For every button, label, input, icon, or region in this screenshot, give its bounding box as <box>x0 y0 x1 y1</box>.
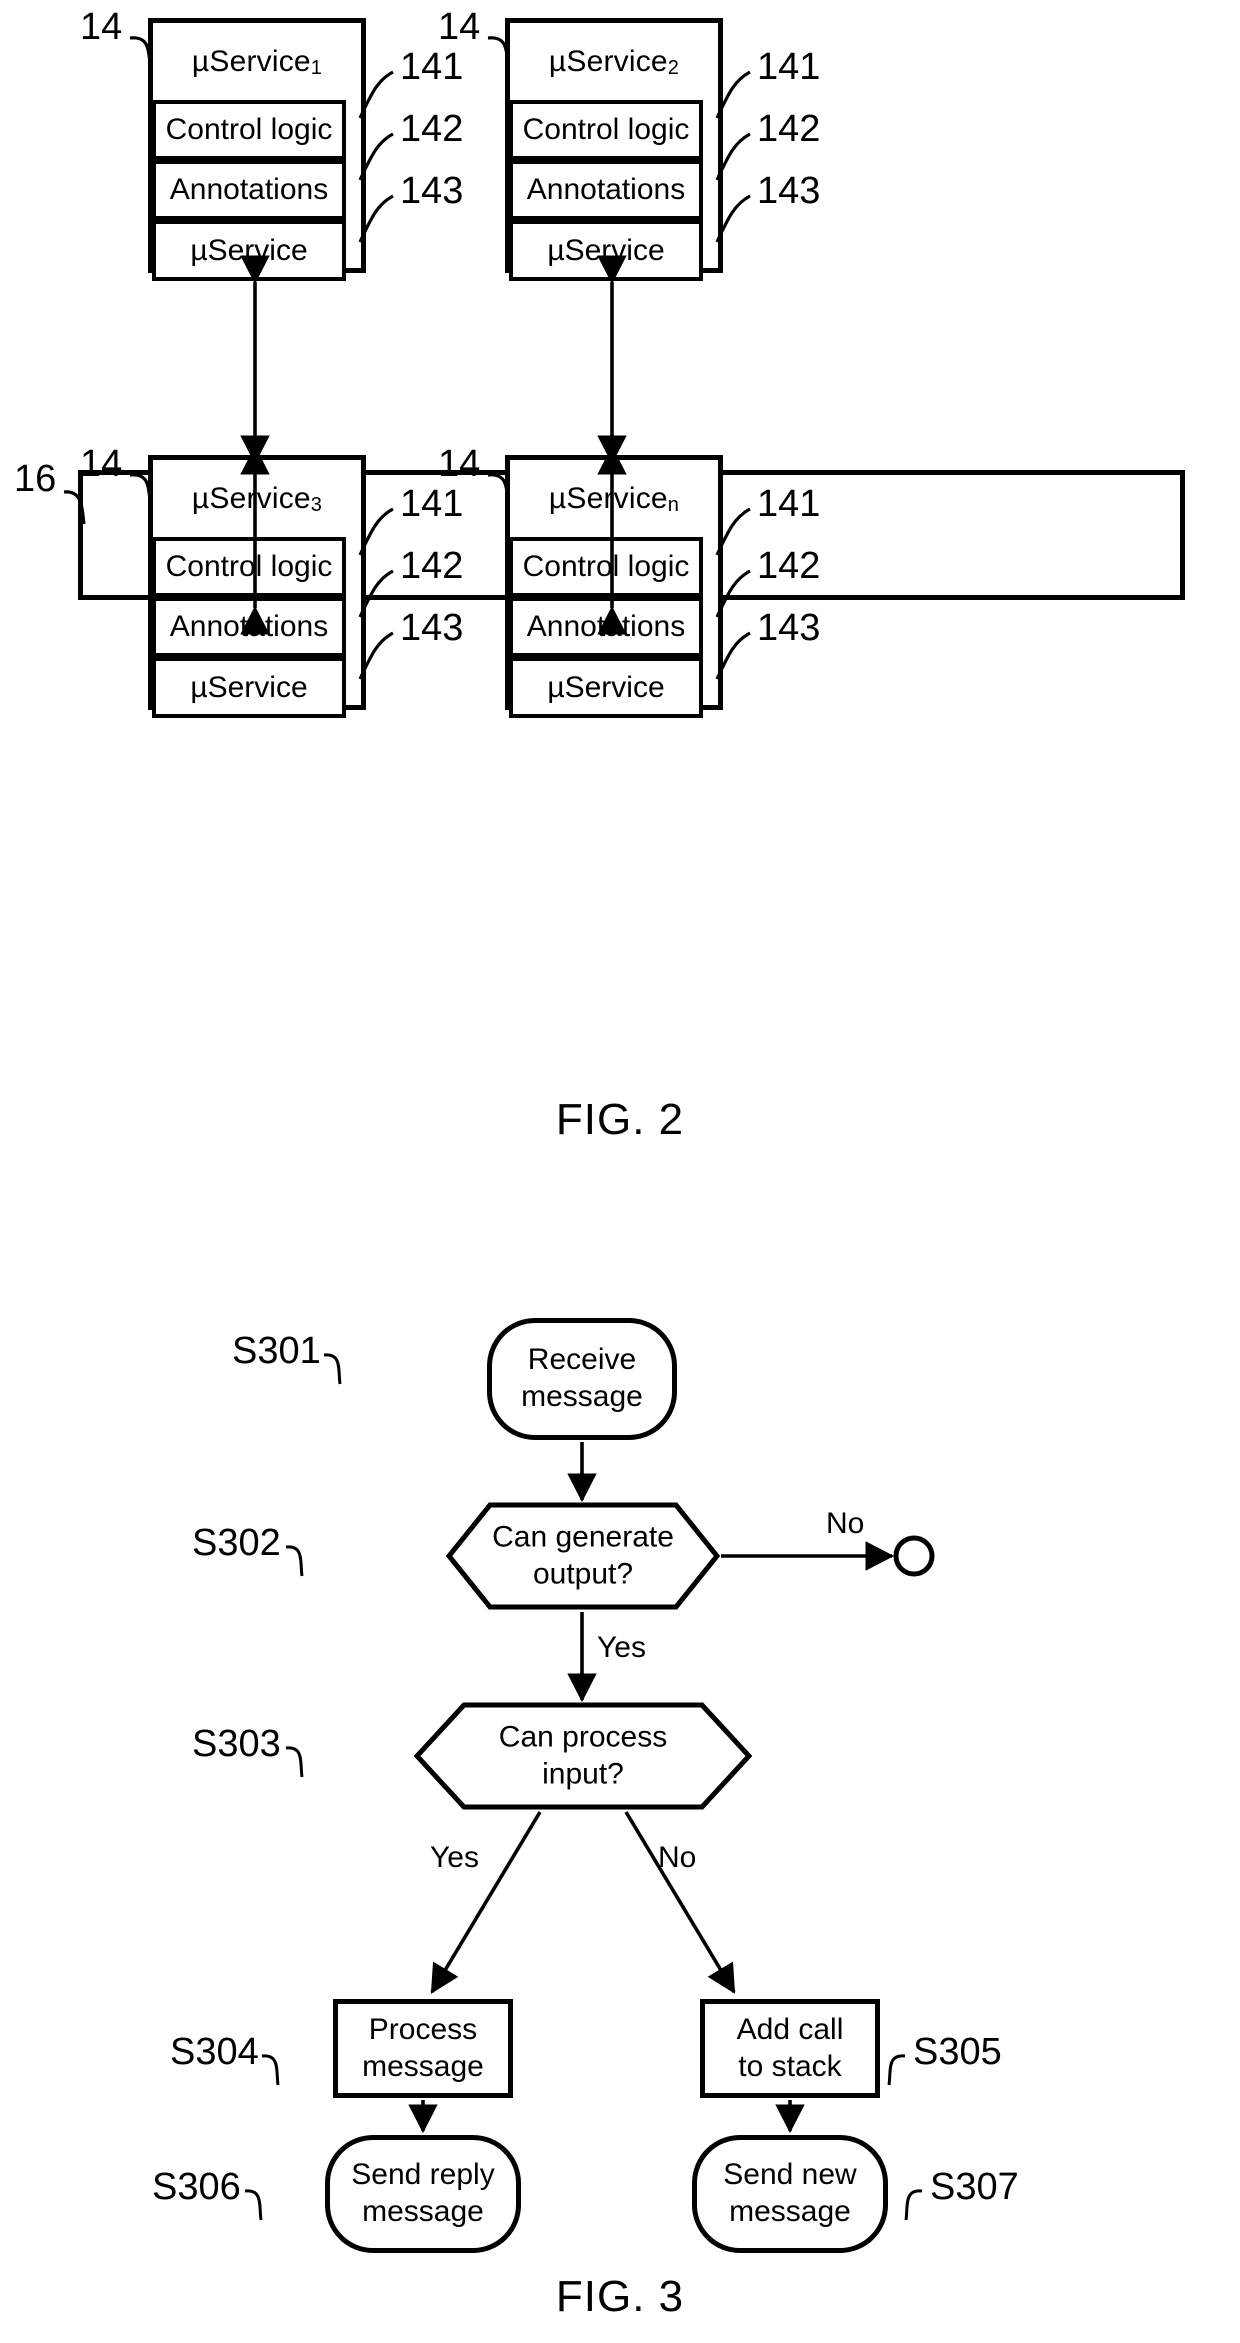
edge-text: No <box>826 1507 865 1540</box>
node-s301-receive-message: Receive message <box>487 1318 677 1440</box>
step-label-s304: S304 <box>170 2031 259 2074</box>
step-label-s303: S303 <box>192 1723 281 1766</box>
node-s306-label: Send reply message <box>351 2157 494 2230</box>
figure-caption-text: FIG. 3 <box>555 2272 685 2321</box>
step-text: S301 <box>232 1330 321 1372</box>
node-s304-label: Process message <box>362 2012 484 2085</box>
node-line-2: message <box>729 2195 851 2228</box>
node-line-1: Can process <box>498 1720 668 1754</box>
step-text: S304 <box>170 2031 259 2073</box>
node-line-2: message <box>362 2049 484 2083</box>
step-label-s301: S301 <box>232 1330 321 1373</box>
node-line-1: Can generate <box>492 1520 674 1554</box>
node-line-1: Add call <box>736 2012 844 2046</box>
node-line-1: Send new <box>723 2158 857 2192</box>
node-line-2: output? <box>532 1557 634 1590</box>
node-s303-label: Can process input? <box>414 1719 752 1792</box>
node-line-2: message <box>362 2195 484 2228</box>
edge-text: No <box>658 1841 697 1874</box>
node-line-2: input? <box>542 1757 624 1790</box>
node-line-1: Receive <box>527 1343 637 1377</box>
patent-drawing-sheet: µService 1 Control logic Annotations µSer… <box>0 0 1240 2343</box>
step-text: S307 <box>930 2166 1019 2208</box>
node-s307-send-new-message: Send new message <box>692 2135 888 2253</box>
step-label-s306: S306 <box>152 2166 241 2209</box>
step-label-s305: S305 <box>913 2031 1002 2074</box>
step-label-s307: S307 <box>930 2166 1019 2209</box>
node-s301-label: Receive message <box>521 1342 643 1415</box>
edge-label-s303-no: No <box>658 1841 696 1875</box>
node-line-2: message <box>521 1380 643 1413</box>
step-text: S303 <box>192 1723 281 1765</box>
figure-3: Receive message S301 Can generate output… <box>0 0 1240 2343</box>
edge-text: Yes <box>430 1841 479 1874</box>
node-s304-process-message: Process message <box>333 1999 513 2098</box>
step-text: S302 <box>192 1522 281 1564</box>
node-s306-send-reply-message: Send reply message <box>325 2135 521 2253</box>
edge-label-s302-no: No <box>826 1507 864 1541</box>
node-s305-add-call-to-stack: Add call to stack <box>700 1999 880 2098</box>
node-s302-label: Can generate output? <box>446 1519 720 1592</box>
node-s305-label: Add call to stack <box>737 2012 844 2085</box>
node-line-1: Send reply <box>351 2158 495 2192</box>
node-s307-label: Send new message <box>723 2157 856 2230</box>
node-s303-can-process-input: Can process input? <box>413 1702 753 1810</box>
edge-label-s302-yes: Yes <box>597 1631 646 1665</box>
edge-label-s303-yes: Yes <box>430 1841 479 1875</box>
node-line-2: to stack <box>738 2049 842 2083</box>
edge-text: Yes <box>597 1631 646 1664</box>
step-text: S305 <box>913 2031 1002 2073</box>
step-text: S306 <box>152 2166 241 2208</box>
node-line-1: Process <box>368 2012 478 2046</box>
step-label-s302: S302 <box>192 1522 281 1565</box>
figure-3-caption: FIG. 3 <box>420 2272 820 2322</box>
node-s302-can-generate-output: Can generate output? <box>445 1502 721 1610</box>
